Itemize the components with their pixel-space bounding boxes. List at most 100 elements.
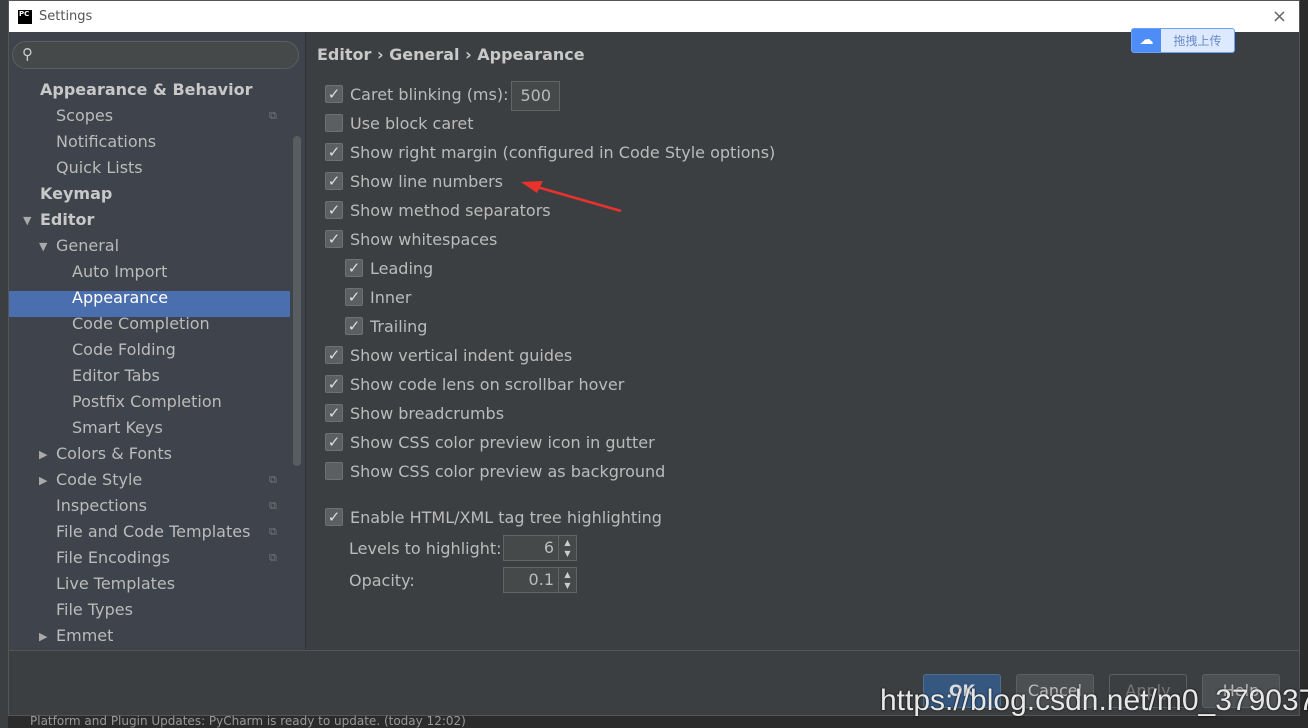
- upload-label: 拖拽上传: [1173, 34, 1222, 48]
- tree-item[interactable]: General: [56, 233, 119, 259]
- caret-blinking-input[interactable]: 500: [511, 81, 560, 111]
- spinner-arrows-icon[interactable]: ▲ ▼: [558, 536, 576, 560]
- tree-item[interactable]: Smart Keys: [72, 415, 163, 441]
- pycharm-icon: PC: [18, 9, 32, 24]
- checkbox-unchecked-icon: [325, 462, 343, 480]
- tree-item[interactable]: Postfix Completion: [72, 389, 222, 415]
- option-label: Trailing: [370, 316, 428, 336]
- tree-item[interactable]: Emmet: [56, 623, 113, 649]
- status-bar: Platform and Plugin Updates: PyCharm is …: [30, 714, 466, 728]
- annotation-arrow-icon: [521, 181, 622, 213]
- option-label: Show code lens on scrollbar hover: [350, 374, 625, 394]
- tree-item[interactable]: Scopes: [56, 103, 113, 129]
- option-checkbox[interactable]: ✓ Trailing: [345, 314, 427, 338]
- option-checkbox[interactable]: ✓ Show line numbers: [325, 169, 503, 193]
- watermark: https://blog.csdn.net/m0_37903789: [880, 684, 1308, 717]
- tree-item[interactable]: Keymap: [40, 181, 112, 207]
- checkbox-checked-icon: ✓: [325, 404, 343, 422]
- sidebar-scrollbar[interactable]: [293, 136, 301, 466]
- tree-item[interactable]: File Encodings: [56, 545, 170, 571]
- tree-item[interactable]: Live Templates: [56, 571, 175, 597]
- project-scope-icon: ⧉: [269, 525, 277, 538]
- option-label: Show right margin (configured in Code St…: [350, 142, 776, 162]
- option-label: Show whitespaces: [350, 229, 498, 249]
- tag-tree-checkbox[interactable]: ✓ Enable HTML/XML tag tree highlighting: [325, 505, 662, 529]
- opacity-label: Opacity:: [349, 568, 415, 592]
- upload-widget[interactable]: ☁ 拖拽上传: [1131, 28, 1235, 53]
- option-checkbox[interactable]: ✓ Show code lens on scrollbar hover: [325, 372, 624, 396]
- spinner-arrows-icon[interactable]: ▲ ▼: [558, 568, 576, 592]
- title-bar: PC Settings ×: [9, 1, 1299, 32]
- checkbox-checked-icon: ✓: [325, 375, 343, 393]
- checkbox-checked-icon: ✓: [325, 433, 343, 451]
- checkbox-unchecked-icon: [325, 114, 343, 132]
- tree-item[interactable]: Appearance & Behavior: [40, 77, 252, 103]
- option-label: Show CSS color preview as background: [350, 461, 666, 481]
- collapse-arrow-icon[interactable]: ▶: [39, 474, 47, 487]
- option-checkbox[interactable]: ✓ Caret blinking (ms):: [325, 82, 508, 106]
- option-label: Caret blinking (ms):: [350, 84, 509, 104]
- tree-item[interactable]: Auto Import: [72, 259, 167, 285]
- tree-item[interactable]: File and Code Templates: [56, 519, 250, 545]
- tree-item[interactable]: Editor Tabs: [72, 363, 160, 389]
- tag-tree-label: Enable HTML/XML tag tree highlighting: [350, 507, 662, 527]
- option-checkbox[interactable]: ✓ Leading: [345, 256, 433, 280]
- tree-item[interactable]: Editor: [40, 207, 94, 233]
- close-icon[interactable]: ×: [1272, 6, 1287, 27]
- checkbox-checked-icon: ✓: [345, 259, 363, 277]
- project-scope-icon: ⧉: [269, 551, 277, 564]
- checkbox-checked-icon: ✓: [325, 143, 343, 161]
- project-scope-icon: ⧉: [269, 499, 277, 512]
- levels-spinner[interactable]: 6 ▲ ▼: [503, 535, 577, 561]
- settings-dialog: PC Settings × ⚲ Appearance & Behavior Sco…: [8, 0, 1300, 716]
- checkbox-checked-icon: ✓: [345, 317, 363, 335]
- opacity-spinner[interactable]: 0.1 ▲ ▼: [503, 567, 577, 593]
- opacity-label-text: Opacity:: [349, 570, 415, 590]
- window-title: Settings: [39, 9, 93, 24]
- appearance-panel: Editor › General › Appearance ✓ Caret bli…: [307, 32, 1299, 650]
- collapse-arrow-icon[interactable]: ▶: [39, 630, 47, 643]
- option-checkbox[interactable]: ✓ Show vertical indent guides: [325, 343, 572, 367]
- option-label: Inner: [370, 287, 412, 307]
- option-label: Show vertical indent guides: [350, 345, 573, 365]
- opacity-value: 0.1: [528, 570, 554, 589]
- checkbox-checked-icon: ✓: [325, 508, 343, 526]
- expand-arrow-icon[interactable]: ▼: [23, 214, 31, 227]
- option-checkbox[interactable]: ✓ Inner: [345, 285, 411, 309]
- option-checkbox[interactable]: Use block caret: [325, 111, 473, 135]
- expand-arrow-icon[interactable]: ▼: [39, 240, 47, 253]
- checkbox-checked-icon: ✓: [325, 230, 343, 248]
- search-input[interactable]: ⚲: [12, 41, 299, 69]
- baidu-cloud-icon: ☁: [1132, 29, 1161, 52]
- option-checkbox[interactable]: Show CSS color preview as background: [325, 459, 665, 483]
- tree-item[interactable]: File Types: [56, 597, 133, 623]
- option-checkbox[interactable]: ✓ Show whitespaces: [325, 227, 497, 251]
- checkbox-checked-icon: ✓: [345, 288, 363, 306]
- option-checkbox[interactable]: ✓ Show breadcrumbs: [325, 401, 504, 425]
- background-ide: [0, 0, 8, 728]
- project-scope-icon: ⧉: [269, 473, 277, 486]
- levels-value: 6: [543, 538, 554, 557]
- tree-item[interactable]: Code Folding: [72, 337, 176, 363]
- tree-item[interactable]: Quick Lists: [56, 155, 143, 181]
- tree-item[interactable]: Inspections: [56, 493, 147, 519]
- tree-item[interactable]: Colors & Fonts: [56, 441, 172, 467]
- checkbox-checked-icon: ✓: [325, 172, 343, 190]
- checkbox-checked-icon: ✓: [325, 346, 343, 364]
- option-label: Show line numbers: [350, 171, 503, 191]
- tree-item[interactable]: Code Completion: [72, 311, 210, 337]
- levels-label: Levels to highlight:: [349, 536, 502, 560]
- tree-item[interactable]: Notifications: [56, 129, 156, 155]
- option-checkbox[interactable]: ✓ Show CSS color preview icon in gutter: [325, 430, 655, 454]
- option-checkbox[interactable]: ✓ Show right margin (configured in Code S…: [325, 140, 775, 164]
- option-label: Leading: [370, 258, 434, 278]
- tree-item[interactable]: Appearance: [72, 285, 168, 311]
- breadcrumb: Editor › General › Appearance: [317, 45, 585, 64]
- search-icon: ⚲: [22, 45, 33, 63]
- levels-label-text: Levels to highlight:: [349, 538, 502, 558]
- option-label: Show breadcrumbs: [350, 403, 505, 423]
- tree-item[interactable]: Code Style: [56, 467, 142, 493]
- project-scope-icon: ⧉: [269, 109, 277, 122]
- collapse-arrow-icon[interactable]: ▶: [39, 448, 47, 461]
- option-label: Show CSS color preview icon in gutter: [350, 432, 655, 452]
